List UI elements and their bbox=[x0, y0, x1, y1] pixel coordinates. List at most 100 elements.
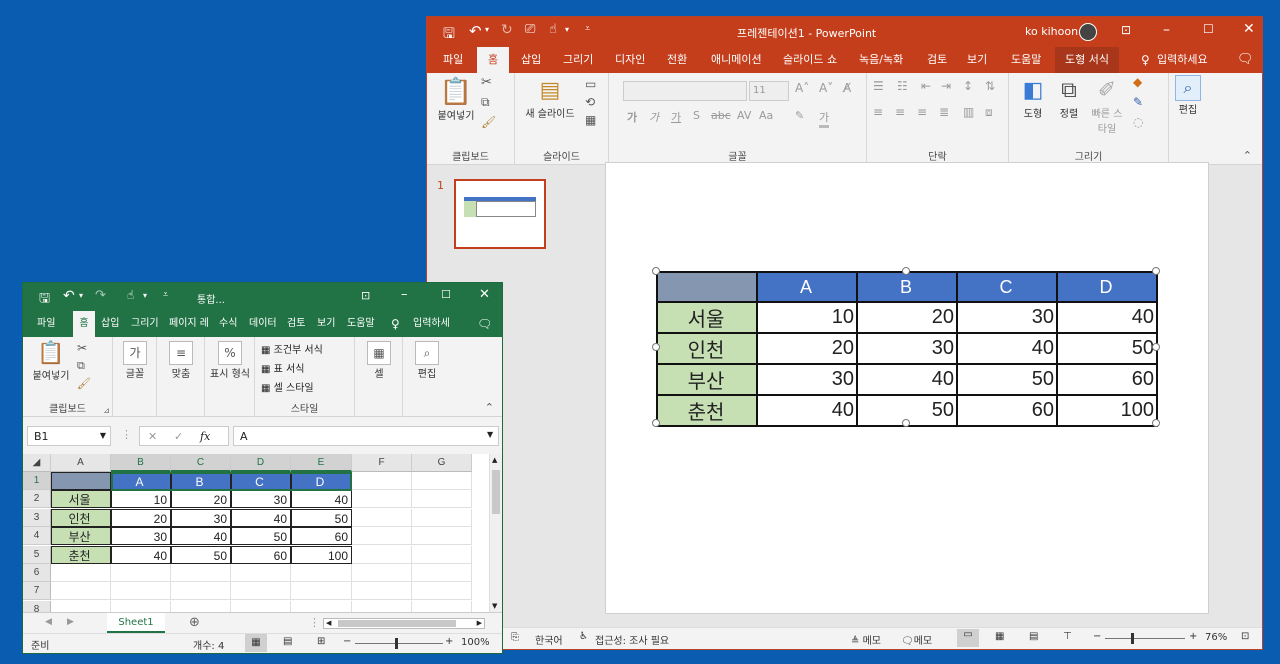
tab-record[interactable]: 녹음/녹화 bbox=[859, 47, 903, 73]
close-icon[interactable]: ✕ bbox=[479, 287, 490, 302]
cell[interactable]: A bbox=[111, 472, 171, 490]
cell[interactable]: 30 bbox=[171, 508, 231, 527]
page-layout-icon[interactable]: ▤ bbox=[283, 636, 292, 647]
name-box-dropdown-icon[interactable]: ▼ bbox=[100, 431, 106, 440]
cell[interactable]: 20 bbox=[171, 490, 231, 509]
cell[interactable] bbox=[51, 600, 111, 612]
tab-draw[interactable]: 그리기 bbox=[563, 47, 593, 73]
cut-icon[interactable]: ✂ bbox=[77, 341, 87, 355]
customize-qat-icon[interactable]: ⩡ bbox=[585, 24, 590, 34]
shape-outline-icon[interactable]: ✎ bbox=[1133, 95, 1143, 109]
column-header[interactable]: B bbox=[111, 454, 171, 472]
zoom-in-button[interactable]: + bbox=[1189, 631, 1197, 642]
numbering-icon[interactable]: ☷ bbox=[897, 79, 908, 93]
resize-handle[interactable] bbox=[1152, 343, 1160, 351]
cell[interactable] bbox=[352, 508, 412, 527]
slide-thumbnail[interactable] bbox=[454, 179, 546, 249]
table-cell[interactable]: 40 bbox=[1056, 301, 1158, 334]
cell[interactable] bbox=[231, 564, 291, 582]
tab-draw[interactable]: 그리기 bbox=[131, 311, 159, 337]
cell[interactable] bbox=[111, 600, 171, 612]
table-cell[interactable]: 50 bbox=[1056, 332, 1158, 365]
row-header[interactable]: 7 bbox=[23, 582, 51, 601]
slide-canvas[interactable]: A B C D 서울 10 20 30 40 인천 20 30 40 50 부산 bbox=[605, 162, 1209, 614]
row-label-cell[interactable]: 부산 bbox=[656, 363, 758, 396]
cell[interactable] bbox=[412, 600, 472, 612]
table-cell[interactable]: 20 bbox=[856, 301, 958, 334]
cell[interactable]: 30 bbox=[111, 527, 171, 546]
cell[interactable] bbox=[51, 472, 111, 490]
cell[interactable] bbox=[291, 564, 352, 582]
table-cell[interactable]: 10 bbox=[756, 301, 858, 334]
minimize-icon[interactable]: – bbox=[401, 287, 408, 302]
redo-icon[interactable]: ↷ bbox=[95, 288, 106, 303]
text-direction-icon[interactable]: ⇅ bbox=[985, 79, 995, 93]
name-box[interactable]: B1 ▼ bbox=[27, 426, 111, 446]
row-label-cell[interactable]: 춘천 bbox=[656, 394, 758, 427]
cell[interactable] bbox=[352, 472, 412, 490]
cell[interactable] bbox=[111, 582, 171, 601]
cell[interactable] bbox=[111, 564, 171, 582]
tab-insert[interactable]: 삽입 bbox=[521, 47, 541, 73]
save-icon[interactable]: 🖫 bbox=[443, 23, 455, 47]
row-header[interactable]: 1 bbox=[23, 472, 51, 490]
cell[interactable]: 40 bbox=[171, 527, 231, 546]
notes-toggle[interactable]: ≜ 메모 bbox=[851, 632, 881, 647]
cell[interactable] bbox=[412, 527, 472, 546]
zoom-slider-thumb[interactable] bbox=[395, 638, 398, 649]
scroll-right-icon[interactable]: ▶ bbox=[477, 619, 482, 627]
next-sheet-icon[interactable]: ▶ bbox=[67, 617, 74, 627]
resize-handle[interactable] bbox=[902, 419, 910, 427]
copy-icon[interactable]: ⧉ bbox=[77, 359, 85, 373]
cell[interactable] bbox=[291, 582, 352, 601]
language-status[interactable]: 한국어 bbox=[535, 632, 563, 647]
column-header[interactable]: A bbox=[51, 454, 111, 472]
cell[interactable]: 50 bbox=[291, 508, 352, 527]
cell[interactable]: 30 bbox=[231, 490, 291, 509]
tell-me-search[interactable]: 입력하세요 bbox=[1157, 47, 1208, 73]
clear-format-icon[interactable]: A̸ bbox=[843, 81, 851, 95]
format-painter-icon[interactable]: 🖌 bbox=[77, 377, 91, 390]
section-icon[interactable]: ▦ bbox=[585, 113, 596, 127]
normal-view-icon[interactable]: ▭ bbox=[957, 629, 979, 647]
tell-me-search[interactable]: 입력하세 bbox=[413, 311, 450, 337]
tab-file[interactable]: 파일 bbox=[441, 47, 465, 73]
align-center-icon[interactable]: ≡ bbox=[895, 105, 905, 119]
font-name-combo[interactable] bbox=[623, 81, 747, 101]
cell[interactable]: 40 bbox=[111, 545, 171, 564]
presenter-icon[interactable]: ⎚ bbox=[525, 22, 535, 37]
tab-transitions[interactable]: 전환 bbox=[667, 47, 687, 73]
undo-dropdown-icon[interactable]: ▾ bbox=[79, 291, 83, 300]
cell-styles-button[interactable]: ▦ 셀 스타일 bbox=[261, 379, 314, 394]
cell[interactable] bbox=[231, 600, 291, 612]
cell[interactable]: 60 bbox=[291, 527, 352, 546]
tab-design[interactable]: 디자인 bbox=[615, 47, 645, 73]
tab-view[interactable]: 보기 bbox=[967, 47, 987, 73]
cell[interactable]: 서울 bbox=[51, 490, 111, 509]
case-icon[interactable]: Aa bbox=[759, 109, 773, 122]
formula-input[interactable]: A bbox=[233, 426, 499, 446]
new-slide-button[interactable]: ▤ 새 슬라이드 bbox=[521, 77, 579, 120]
shadow-icon[interactable]: S bbox=[693, 109, 700, 122]
close-icon[interactable]: ✕ bbox=[1243, 21, 1255, 37]
zoom-slider[interactable] bbox=[1105, 638, 1185, 639]
ribbon-display-icon[interactable]: ⊡ bbox=[361, 289, 370, 302]
row-header[interactable]: 8 bbox=[23, 600, 51, 612]
resize-handle[interactable] bbox=[902, 267, 910, 275]
table-cell[interactable]: 60 bbox=[956, 394, 1058, 427]
worksheet-grid[interactable]: ◢ A B C D E F G 1 A B C D 2 서울 10 20 30 40 3 인천 20 30 40 50 4 부산 3… bbox=[23, 454, 489, 612]
enter-icon[interactable]: ✓ bbox=[174, 430, 183, 443]
scroll-up-icon[interactable]: ▲ bbox=[492, 456, 497, 464]
cancel-icon[interactable]: ✕ bbox=[148, 430, 157, 443]
columns-icon[interactable]: ▥ bbox=[963, 105, 974, 119]
tab-formulas[interactable]: 수식 bbox=[219, 311, 237, 337]
table-cell[interactable]: 30 bbox=[956, 301, 1058, 334]
cut-icon[interactable]: ✂ bbox=[481, 75, 492, 90]
editing-button[interactable]: ⌕ 편집 bbox=[1173, 75, 1203, 116]
table-cell[interactable]: 40 bbox=[756, 394, 858, 427]
tab-view[interactable]: 보기 bbox=[317, 311, 335, 337]
tab-animations[interactable]: 애니메이션 bbox=[711, 47, 762, 73]
fit-slide-icon[interactable]: ⊡ bbox=[1241, 631, 1249, 642]
customize-qat-icon[interactable]: ⩡ bbox=[163, 290, 168, 300]
dialog-launcher-icon[interactable]: ⊿ bbox=[103, 406, 110, 415]
